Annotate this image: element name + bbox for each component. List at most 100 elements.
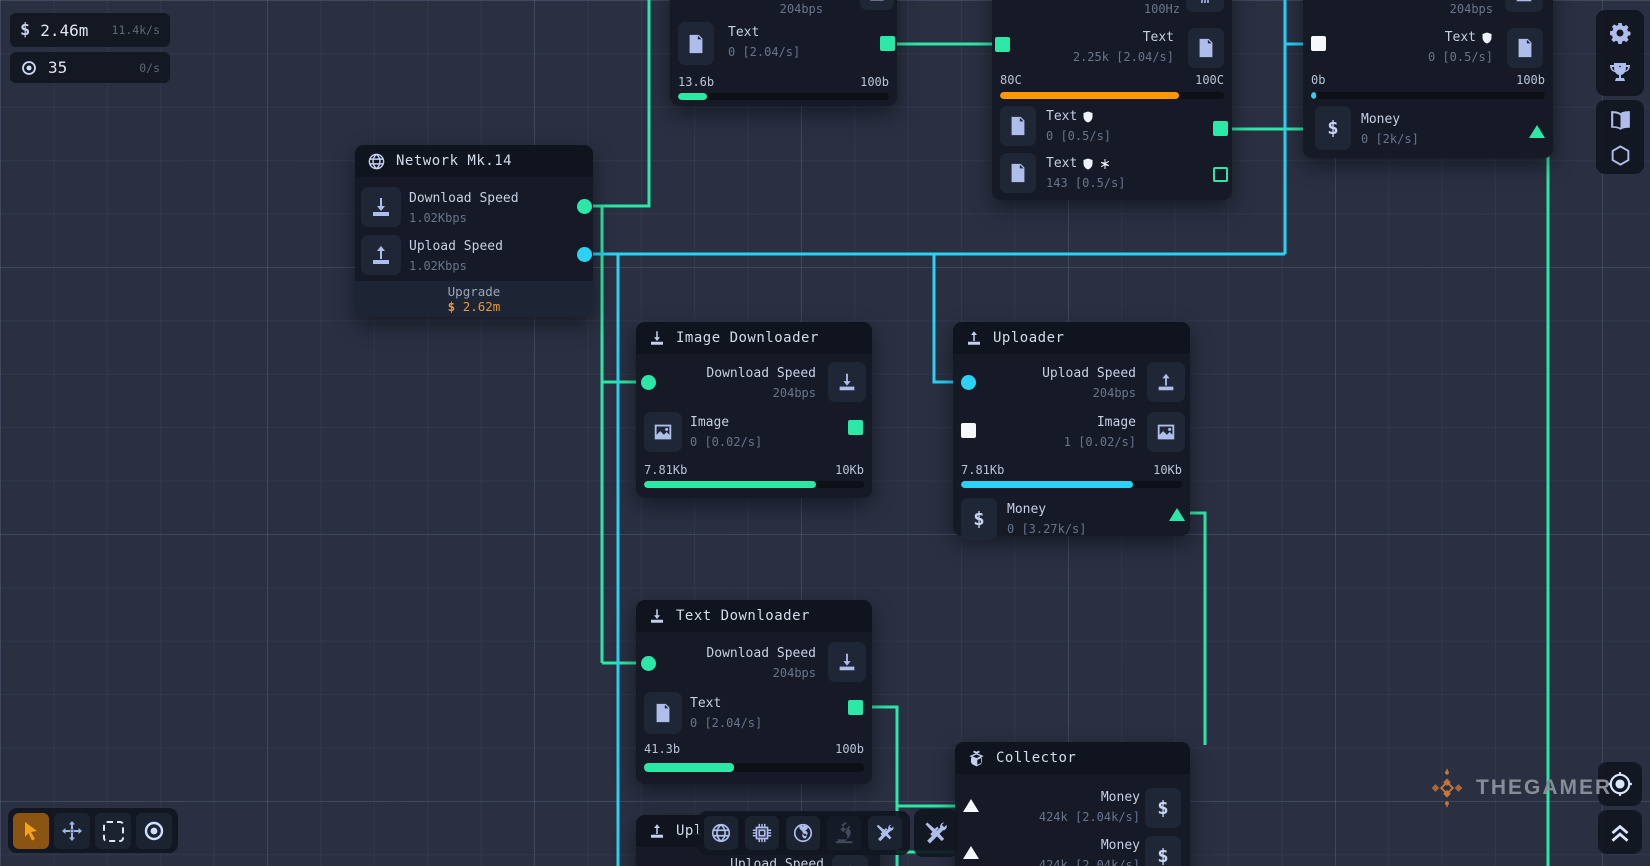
progress-cur: 13.6b [678, 75, 714, 89]
item-label: Text [728, 25, 759, 40]
out2-label: Text [1046, 156, 1077, 171]
upload-icon [648, 822, 666, 840]
collector-box-icon [967, 749, 986, 768]
chip-icon [1186, 0, 1224, 12]
book-icon [1608, 108, 1633, 133]
out1-label: Text [1046, 109, 1077, 124]
trophy-icon [1608, 61, 1632, 85]
download-output-port[interactable] [577, 199, 592, 214]
chip-category-button[interactable] [745, 816, 779, 850]
upgrade-label: Upgrade [355, 284, 593, 299]
temp-cur: 80C [1000, 73, 1022, 87]
item-value: 0 [2.04/s] [690, 716, 762, 730]
money-input-port[interactable] [963, 846, 979, 859]
money-output-port[interactable] [1529, 125, 1545, 138]
node-title: Network Mk.14 [396, 153, 512, 169]
input-port[interactable] [995, 37, 1010, 52]
output-port[interactable] [848, 700, 863, 715]
upgrade-button[interactable]: Upgrade $ 2.62m [355, 281, 593, 317]
crossed-tools-button[interactable] [914, 809, 958, 857]
document-icon [1188, 28, 1224, 68]
hexagon-button[interactable] [1601, 138, 1639, 172]
node-text-processor[interactable]: 100Hz Text 2.25k [2.04/s] 80C 100C Text … [992, 0, 1232, 200]
speed-value: 204bps [773, 386, 816, 400]
money-value: 0 [2k/s] [1361, 132, 1419, 146]
output-port[interactable] [1213, 121, 1228, 136]
progress-bar [644, 481, 864, 488]
hexagon-icon [1609, 144, 1632, 167]
globe-category-button[interactable] [704, 816, 738, 850]
spark-icon [1099, 158, 1111, 170]
temp-max: 100C [1195, 73, 1224, 87]
input-port[interactable] [1311, 36, 1326, 51]
progress-max: 100b [860, 75, 889, 89]
gear-icon [1608, 21, 1632, 45]
money-output-port[interactable] [1169, 508, 1185, 521]
download-icon [828, 642, 866, 682]
move-tool-button[interactable] [54, 813, 90, 849]
upload-icon [361, 235, 401, 275]
rate-value: 204bps [1450, 2, 1493, 16]
game-canvas[interactable]: $ 2.46m 11.4k/s 35 0/s 204bps Text 0 [2.… [0, 0, 1650, 866]
tool-mode-bar [8, 808, 178, 853]
cursor-tool-button[interactable] [13, 813, 49, 849]
node-image-downloader[interactable]: Image Downloader Download Speed 204bps I… [636, 322, 872, 498]
hud-money: $ 2.46m 11.4k/s [10, 13, 170, 47]
settings-button[interactable] [1601, 15, 1639, 51]
speed-value: 204bps [773, 666, 816, 680]
out1-value: 0 [0.5/s] [1046, 129, 1111, 143]
chevrons-up-icon [1607, 819, 1633, 845]
money-input-port[interactable] [963, 799, 979, 812]
achievements-button[interactable] [1601, 55, 1639, 91]
crossed-tools-icon [922, 819, 950, 847]
wire-network-download [585, 0, 649, 206]
microscope-category-button[interactable] [827, 816, 861, 850]
item-label: Text [690, 696, 721, 711]
speed-input-port[interactable] [641, 656, 656, 671]
shield-icon [1082, 111, 1094, 123]
dollar-icon: $ [20, 20, 30, 40]
move-icon [60, 819, 84, 843]
output-port[interactable] [880, 36, 895, 51]
target-tool-button[interactable] [136, 813, 172, 849]
node-collector[interactable]: Collector Money 424k [2.04k/s] $ Money 4… [955, 742, 1190, 866]
node-header[interactable]: Uploader [953, 322, 1190, 354]
node-uploader[interactable]: Uploader Upload Speed 204bps Image 1 [0.… [953, 322, 1190, 536]
encyclopedia-button[interactable] [1601, 103, 1639, 137]
hud-targets-value: 35 [48, 58, 67, 77]
marquee-select-button[interactable] [95, 813, 131, 849]
speed-input-port[interactable] [641, 375, 656, 390]
speed-input-port[interactable] [961, 375, 976, 390]
download-icon [648, 607, 666, 625]
in-label: Text [1445, 30, 1476, 45]
document-icon [1000, 106, 1036, 146]
wire-uploader-money [1177, 513, 1205, 745]
tools-category-button[interactable] [868, 816, 902, 850]
node-text-downloader[interactable]: Text Downloader Download Speed 204bps Te… [636, 600, 872, 784]
row1-value: 424k [2.04k/s] [1039, 810, 1140, 824]
node-header[interactable]: Text Downloader [636, 600, 872, 632]
target-icon [20, 59, 38, 77]
wire-seller-money [1537, 131, 1548, 866]
output-port-empty[interactable] [1213, 167, 1228, 182]
item-input-port[interactable] [961, 423, 976, 438]
document-icon [1507, 28, 1543, 68]
output-port[interactable] [848, 420, 863, 435]
progress-bar [644, 763, 864, 772]
download-icon [648, 329, 666, 347]
image-icon [644, 412, 682, 452]
temperature-bar [1000, 92, 1224, 99]
node-network[interactable]: Network Mk.14 Download Speed 1.02Kbps Up… [355, 145, 593, 317]
node-header[interactable]: Image Downloader [636, 322, 872, 354]
node-mini-text-downloader[interactable]: 204bps Text 0 [2.04/s] 13.6b 100b [670, 0, 897, 106]
node-header[interactable]: Network Mk.14 [355, 145, 593, 177]
document-icon [1000, 153, 1036, 193]
node-header[interactable]: Collector [955, 742, 1190, 774]
fan-category-button[interactable] [786, 816, 820, 850]
upload-output-port[interactable] [577, 247, 592, 262]
collapse-button[interactable] [1598, 810, 1642, 854]
node-title: Image Downloader [676, 330, 819, 346]
hud-targets: 35 0/s [10, 52, 170, 83]
node-text-seller[interactable]: 204bps Text 0 [0.5/s] 0b 100b $ Money 0 … [1303, 0, 1553, 158]
progress-bar [1311, 92, 1545, 99]
